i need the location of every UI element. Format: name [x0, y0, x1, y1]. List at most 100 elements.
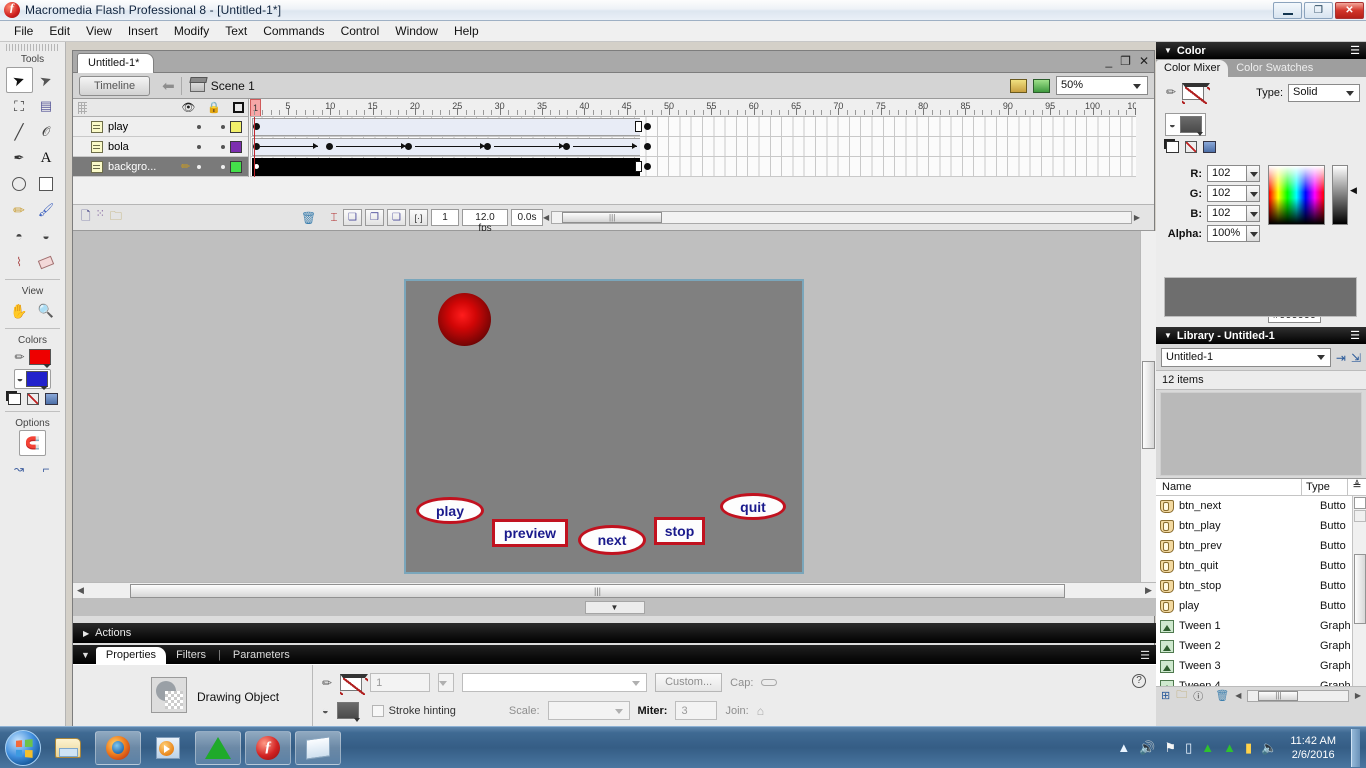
- layer-lock-dot[interactable]: [221, 124, 225, 129]
- keyframe-marker[interactable]: [644, 143, 651, 150]
- library-hscroll-track[interactable]: |||: [1247, 689, 1349, 702]
- eye-icon[interactable]: 👁: [181, 101, 195, 114]
- layer-lock-dot[interactable]: [221, 144, 225, 149]
- trash-icon[interactable]: 🗑: [1215, 689, 1229, 702]
- blue-spinner[interactable]: [1247, 205, 1260, 222]
- taskbar-clock[interactable]: 11:42 AM 2/6/2016: [1290, 734, 1336, 762]
- no-color-icon[interactable]: [26, 393, 39, 405]
- timeline-frames[interactable]: [250, 117, 1136, 177]
- cap-style-icon[interactable]: [761, 679, 778, 686]
- green-field[interactable]: 102: [1207, 185, 1247, 202]
- green-spinner[interactable]: [1247, 185, 1260, 202]
- straighten-option[interactable]: ⌐: [33, 456, 60, 482]
- edit-symbols-icon[interactable]: [1033, 78, 1050, 93]
- end-frame-marker[interactable]: [635, 161, 642, 172]
- firefox-taskbar-item[interactable]: [95, 730, 141, 765]
- layer-visibility-dot[interactable]: [197, 124, 201, 129]
- outline-icon[interactable]: [233, 102, 244, 113]
- menu-file[interactable]: File: [6, 22, 41, 40]
- stage-button-play[interactable]: play: [416, 497, 484, 524]
- layer-lock-dot[interactable]: [221, 164, 225, 169]
- list-item[interactable]: Tween 3 Graph: [1156, 656, 1366, 676]
- ink-bottle-tool[interactable]: ◓: [6, 223, 33, 249]
- free-transform-tool[interactable]: ⛶: [6, 93, 33, 119]
- stroke-color-swatch[interactable]: [1182, 83, 1211, 104]
- new-library-panel-icon[interactable]: ⇥: [1336, 351, 1346, 365]
- volume-icon[interactable]: 🔊: [1139, 740, 1155, 756]
- stage-button-stop[interactable]: stop: [654, 517, 705, 545]
- frame-row-background[interactable]: [250, 157, 1136, 177]
- alpha-spinner[interactable]: [1247, 225, 1260, 242]
- column-sort-icon[interactable]: ≜: [1348, 479, 1366, 495]
- library-vscroll-thumb[interactable]: [1354, 554, 1366, 624]
- custom-stroke-button[interactable]: Custom...: [655, 673, 723, 692]
- library-hscroll-thumb[interactable]: |||: [1258, 690, 1299, 701]
- stage[interactable]: play preview next stop quit: [404, 279, 804, 574]
- keyframe-marker[interactable]: [326, 143, 333, 150]
- panel-options-icon[interactable]: ☰: [1350, 329, 1360, 342]
- tab-parameters[interactable]: Parameters: [223, 647, 300, 664]
- menu-window[interactable]: Window: [387, 22, 446, 40]
- flag-action-center-icon[interactable]: ⚑: [1164, 740, 1176, 756]
- add-motion-guide-icon[interactable]: ⁙: [96, 207, 105, 228]
- stage-collapse-button[interactable]: ▼: [584, 601, 645, 614]
- menu-text[interactable]: Text: [217, 22, 255, 40]
- modify-markers-icon[interactable]: [·]: [409, 209, 428, 226]
- tab-filters[interactable]: Filters: [166, 647, 216, 664]
- collapse-arrow-icon[interactable]: ▼: [1164, 46, 1172, 55]
- keyframe-marker[interactable]: [405, 143, 412, 150]
- red-spinner[interactable]: [1247, 165, 1260, 182]
- layer-visibility-dot[interactable]: [197, 164, 201, 169]
- stage-hscroll-thumb[interactable]: |||: [130, 583, 1065, 598]
- playhead-marker[interactable]: 1: [250, 99, 261, 116]
- show-desktop-button[interactable]: [1351, 728, 1360, 767]
- modify-onion-markers-icon[interactable]: ⌶: [328, 210, 340, 225]
- battery-icon[interactable]: ▯: [1185, 740, 1192, 756]
- library-panel-header[interactable]: ▼ Library - Untitled-1 ☰: [1156, 327, 1366, 344]
- stroke-color-swatch[interactable]: [340, 674, 369, 695]
- timeline-scroll-track[interactable]: |||: [551, 211, 1132, 224]
- miter-field[interactable]: 3: [675, 701, 718, 720]
- list-item[interactable]: btn_prev Butto: [1156, 536, 1366, 556]
- no-color-icon[interactable]: [1185, 141, 1197, 153]
- menu-commands[interactable]: Commands: [255, 22, 332, 40]
- alpha-field[interactable]: 100%: [1207, 225, 1247, 242]
- frame-row-play[interactable]: [250, 117, 1136, 137]
- menu-view[interactable]: View: [78, 22, 120, 40]
- speaker-icon[interactable]: 🔈: [1261, 740, 1277, 756]
- tab-color-mixer[interactable]: Color Mixer: [1156, 60, 1229, 77]
- edit-multiple-frames-icon[interactable]: ❏: [387, 209, 406, 226]
- layer-visibility-dot[interactable]: [197, 144, 201, 149]
- timeline-drag-handle[interactable]: [78, 101, 87, 114]
- insert-layer-icon[interactable]: 🗋: [81, 207, 91, 228]
- zoom-tool[interactable]: 🔍: [33, 298, 60, 324]
- trash-icon[interactable]: 🗑: [301, 211, 316, 225]
- brush-tool[interactable]: 🖌: [33, 197, 60, 223]
- library-scroll-right[interactable]: ▶: [1355, 691, 1361, 700]
- frame-row-bola[interactable]: [250, 137, 1136, 157]
- library-vscrollbar[interactable]: [1352, 496, 1366, 686]
- gradient-transform-tool[interactable]: ▤: [33, 93, 60, 119]
- help-icon[interactable]: ?: [1132, 674, 1146, 688]
- swap-colors-icon[interactable]: [1203, 141, 1216, 153]
- red-field[interactable]: 102: [1207, 165, 1247, 182]
- subselection-tool[interactable]: ➤: [33, 67, 60, 93]
- restore-button[interactable]: ❐: [1304, 2, 1333, 19]
- onion-skin-icon[interactable]: ❑: [343, 209, 362, 226]
- layer-outline-color[interactable]: [230, 160, 242, 173]
- black-white-icon[interactable]: [1166, 141, 1179, 153]
- stage-button-quit[interactable]: quit: [720, 493, 786, 520]
- back-arrow-icon[interactable]: ⬅: [156, 76, 182, 95]
- pencil-tool[interactable]: ✏: [6, 197, 33, 223]
- end-frame-marker[interactable]: [635, 121, 642, 132]
- panel-options-icon[interactable]: ☰: [1350, 44, 1360, 57]
- timeline-hscrollbar[interactable]: ◀ ||| ▶: [543, 211, 1140, 225]
- keyframe-marker[interactable]: [644, 163, 651, 170]
- selection-tool[interactable]: ➤: [5, 67, 33, 93]
- tools-drag-handle[interactable]: [6, 44, 59, 51]
- color-panel-header[interactable]: ▼ Color ☰: [1156, 42, 1366, 59]
- sketchup-taskbar-item[interactable]: [195, 730, 241, 765]
- pen-tool[interactable]: ✒: [6, 145, 33, 171]
- blue-field[interactable]: 102: [1207, 205, 1247, 222]
- media-player-taskbar-item[interactable]: [145, 731, 191, 765]
